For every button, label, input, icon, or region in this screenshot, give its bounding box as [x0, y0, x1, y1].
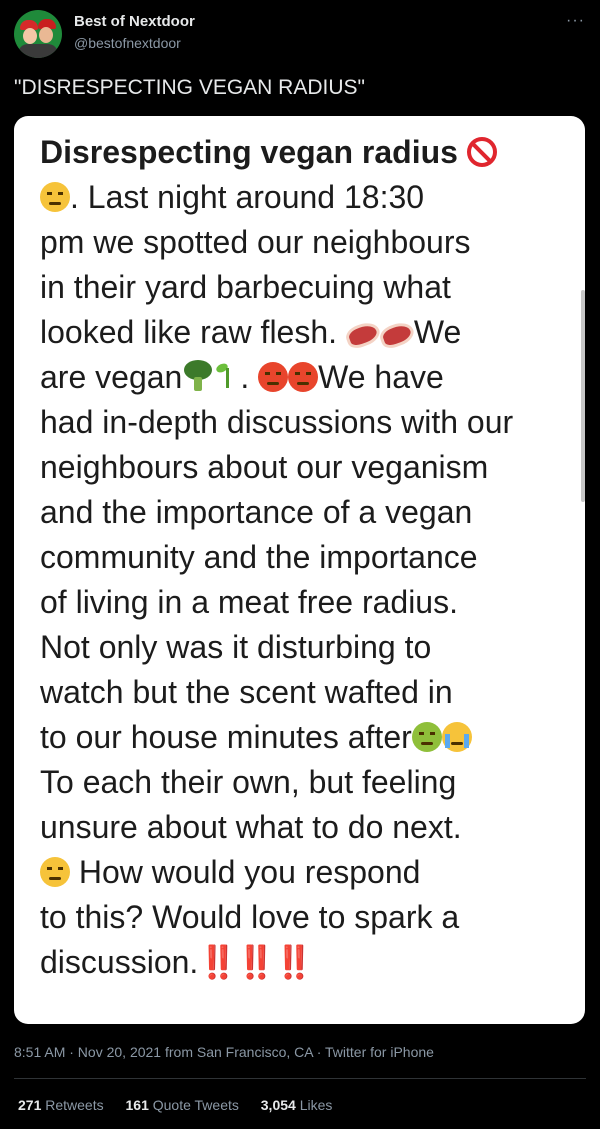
post-line: watch but the scent wafted in: [40, 674, 453, 710]
unamused-face-icon: [40, 857, 70, 887]
post-line: to our house minutes after: [40, 715, 580, 760]
tweet-text: "DISRESPECTING VEGAN RADIUS": [14, 76, 365, 99]
post-line: To each their own, but feeling: [40, 764, 457, 800]
seedling-icon: [214, 360, 240, 390]
divider: [14, 1078, 586, 1079]
post-line: had in-depth discussions with our: [40, 404, 514, 440]
cut-of-meat-icon: [343, 318, 383, 352]
post-line: unsure about what to do next.: [40, 809, 462, 845]
crying-face-icon: [441, 722, 472, 752]
retweets-label: Retweets: [41, 1097, 104, 1113]
avatar[interactable]: [14, 10, 62, 58]
scrollbar-thumb[interactable]: [581, 290, 585, 502]
post-text: discussion.: [40, 944, 199, 980]
timestamp[interactable]: 8:51 AM · Nov 20, 2021: [14, 1044, 161, 1060]
post-line: and the importance of a vegan: [40, 494, 473, 530]
source: from San Francisco, CA · Twitter for iPh…: [161, 1044, 434, 1060]
post-line: community and the importance: [40, 539, 478, 575]
post-image[interactable]: Disrespecting vegan radius . Last night …: [14, 116, 585, 1024]
quote-tweets-label: Quote Tweets: [148, 1097, 239, 1113]
post-body: Disrespecting vegan radius . Last night …: [40, 130, 580, 985]
post-line: discussion.‼️‼️‼️: [40, 940, 580, 985]
post-line: . Last night around 18:30: [40, 175, 580, 220]
angry-face-icon: [288, 362, 319, 392]
likes-label: Likes: [295, 1097, 333, 1113]
post-line: Disrespecting vegan radius: [40, 130, 580, 175]
likes-stat[interactable]: 3,054 Likes: [261, 1097, 333, 1113]
post-line: of living in a meat free radius.: [40, 584, 458, 620]
post-text: We: [413, 314, 462, 350]
tweet: Best of Nextdoor @bestofnextdoor ··· "DI…: [0, 0, 600, 1129]
retweets-count: 271: [18, 1097, 42, 1113]
engagement-stats: 271 Retweets 161 Quote Tweets 3,054 Like…: [18, 1097, 350, 1113]
post-text: How would you respond: [70, 854, 421, 890]
post-text: . Last night around 18:30: [70, 179, 425, 215]
post-text: to our house minutes after: [40, 719, 412, 755]
post-line: to this? Would love to spark a: [40, 899, 460, 935]
post-text: looked like raw flesh.: [40, 314, 346, 350]
likes-count: 3,054: [260, 1097, 296, 1113]
quote-tweets-count: 161: [125, 1097, 149, 1113]
post-title: Disrespecting vegan radius: [40, 134, 458, 170]
double-exclamation-icon: ‼️‼️‼️: [198, 944, 314, 980]
cut-of-meat-icon: [377, 318, 417, 352]
avatar-body: [18, 44, 58, 58]
display-name[interactable]: Best of Nextdoor: [74, 13, 195, 30]
nauseated-face-icon: [411, 722, 442, 752]
post-line: looked like raw flesh. We: [40, 310, 580, 355]
face-icon: [23, 28, 37, 44]
face-icon: [39, 27, 53, 43]
post-line: pm we spotted our neighbours: [40, 224, 471, 260]
tweet-meta: 8:51 AM · Nov 20, 2021 from San Francisc…: [14, 1044, 434, 1060]
prohibited-icon: [466, 137, 497, 167]
quote-tweets-stat[interactable]: 161 Quote Tweets: [126, 1097, 239, 1113]
handle[interactable]: @bestofnextdoor: [74, 35, 181, 51]
angry-face-icon: [258, 362, 289, 392]
post-line: neighbours about our veganism: [40, 449, 489, 485]
post-text: are vegan: [40, 359, 183, 395]
post-line: Not only was it disturbing to: [40, 629, 432, 665]
more-options-icon[interactable]: ···: [566, 12, 585, 30]
retweets-stat[interactable]: 271 Retweets: [18, 1097, 104, 1113]
expressionless-face-icon: [40, 182, 70, 212]
post-text: .: [240, 359, 259, 395]
post-line: are vegan. We have: [40, 355, 580, 400]
post-line: in their yard barbecuing what: [40, 269, 451, 305]
broccoli-icon: [182, 360, 214, 392]
post-text: We have: [318, 359, 444, 395]
post-line: How would you respond: [40, 850, 580, 895]
